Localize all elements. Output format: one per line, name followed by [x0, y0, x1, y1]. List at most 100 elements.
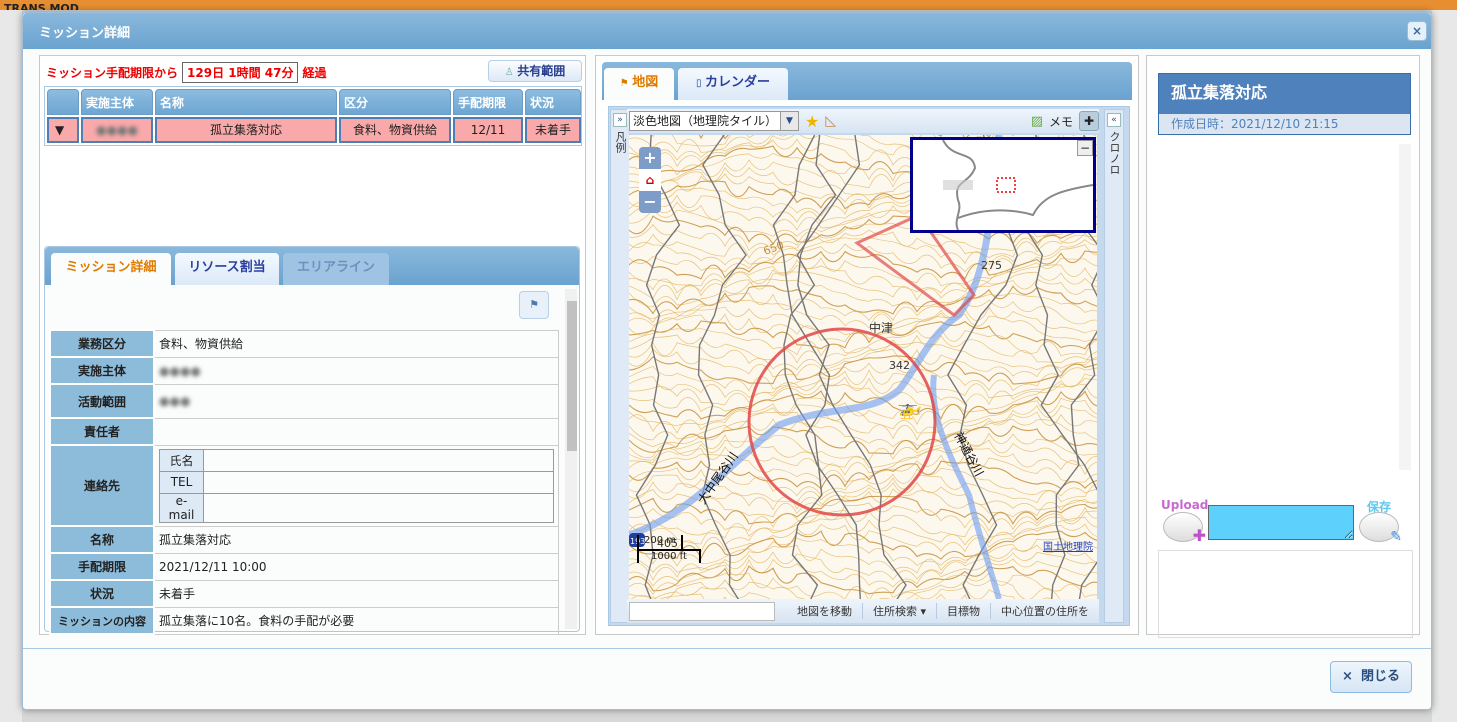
scrollbar-thumb[interactable] [567, 301, 577, 451]
tab-calendar[interactable]: ▯ カレンダー [678, 68, 788, 100]
cell-entity[interactable]: ●●●● [81, 117, 153, 143]
collapse-overview-button[interactable]: − [1077, 140, 1093, 156]
memo-scrollbar[interactable] [1399, 144, 1411, 470]
memo-input[interactable] [1208, 505, 1354, 540]
label-deadline: 手配期限 [49, 552, 155, 581]
zoom-in-button[interactable]: + [639, 147, 661, 169]
mission-title: 孤立集落対応 [1159, 74, 1410, 114]
address-search-button[interactable]: 住所検索 ▾ [861, 603, 936, 619]
tab-calendar-label: カレンダー [704, 75, 770, 90]
expand-row-icon[interactable]: ▼ [47, 117, 79, 143]
upload-label[interactable]: Upload [1161, 498, 1208, 512]
value-area: ●●● [159, 394, 191, 408]
mission-list-panel: ミッション手配期限から 129日 1時間 47分 経過 ♙ 共有範囲 実施主体 … [39, 55, 586, 635]
contact-email-label: e-mail [159, 492, 204, 523]
home-button[interactable]: ⌂ [639, 169, 661, 191]
share-scope-button[interactable]: ♙ 共有範囲 [488, 60, 582, 82]
app-name: TRANS MOD [4, 2, 79, 10]
detail-table: 業務区分 食料、物資供給 実施主体 ●●●● 活動範囲 ●●● 責任者 連絡先 氏名 … [49, 329, 559, 635]
scale-ft: 1000 ft [637, 549, 701, 563]
cell-status[interactable]: 未着手 [525, 117, 581, 143]
scale-m: 200 m [637, 535, 683, 549]
entity-value: ●●●● [96, 123, 138, 137]
map-label-elevation: 342 [889, 359, 910, 372]
footer-divider [23, 648, 1431, 649]
contour-line [629, 510, 1097, 539]
column-header[interactable] [47, 89, 79, 115]
zoom-out-button[interactable]: − [639, 191, 661, 213]
modal-title: ミッション詳細 [39, 26, 131, 41]
memo-log [1158, 550, 1413, 638]
cell-category[interactable]: 食料、物資供給 [339, 117, 451, 143]
detail-scrollbar[interactable] [565, 289, 577, 629]
memo-label[interactable]: メモ [1049, 113, 1073, 130]
overview-map[interactable]: − [910, 137, 1096, 233]
map-tab-bar: ⚑ 地図 ▯ カレンダー [602, 62, 1132, 100]
chrono-sidebar[interactable]: « クロノロ [1104, 109, 1124, 623]
map-search-input[interactable] [629, 601, 775, 621]
map-canvas[interactable]: 🚁 中津 342 275 650 405 大中尾谷川 神通谷川 193 + ⌂ − − 200 … [629, 135, 1097, 599]
memo-icon[interactable]: ▨ [1031, 114, 1043, 129]
column-header[interactable]: 区分 [339, 89, 451, 115]
modal-close-icon[interactable]: × [1407, 21, 1427, 41]
contact-tel-value [203, 470, 554, 494]
tab-map[interactable]: ⚑ 地図 [604, 68, 674, 100]
column-header[interactable]: 手配期限 [453, 89, 523, 115]
save-icon[interactable]: ✎ [1359, 512, 1402, 545]
label-business: 業務区分 [49, 329, 155, 358]
value-entity: ●●●● [159, 363, 201, 378]
value-content: 孤立集落に10名。食料の手配が必要 [153, 606, 559, 635]
column-header[interactable]: 名称 [155, 89, 337, 115]
move-map-button[interactable]: 地図を移動 [787, 603, 862, 619]
ruler-icon[interactable]: ◺ [825, 113, 836, 129]
tab-resource-allocation[interactable]: リソース割当 [175, 253, 279, 285]
scale-bar: 200 m 1000 ft [637, 535, 707, 563]
contact-email-value [203, 492, 554, 523]
center-address-button[interactable]: 中心位置の住所を [990, 603, 1099, 619]
star-icon[interactable]: ★ [805, 112, 819, 131]
contact-name-label: 氏名 [159, 448, 204, 472]
detail-tabs-panel: ミッション詳細 リソース割当 エリアライン ⚑ 業務区分 食料、物資供給 実施主体… [44, 246, 580, 635]
contact-tel-label: TEL [159, 470, 204, 494]
chevron-down-icon[interactable]: ▼ [780, 112, 798, 130]
elapsed-suffix: 経過 [302, 66, 327, 80]
cell-name[interactable]: 孤立集落対応 [155, 117, 337, 143]
modal-titlebar[interactable]: ミッション詳細 × [23, 13, 1431, 49]
flag-icon: ⚑ [619, 78, 633, 89]
detail-tab-bar: ミッション詳細 リソース割当 エリアライン [45, 247, 579, 285]
value-deadline: 2021/12/11 10:00 [153, 552, 559, 581]
mission-memo-panel: 孤立集落対応 作成日時：2021/12/10 21:15 Upload ✚ 保存… [1146, 55, 1420, 638]
user-icon: ♙ [504, 67, 518, 78]
share-scope-label: 共有範囲 [517, 64, 566, 78]
landmark-button[interactable]: 目標物 [936, 603, 990, 619]
value-business: 食料、物資供給 [153, 329, 559, 358]
tab-mission-detail[interactable]: ミッション詳細 [51, 253, 171, 285]
expand-icon[interactable]: » [613, 113, 627, 127]
attribution-link[interactable]: 国土地理院 [1043, 538, 1093, 553]
flag-button[interactable]: ⚑ [519, 291, 549, 319]
tab-map-label: 地図 [632, 75, 659, 90]
map-panel: ⚑ 地図 ▯ カレンダー » 凡例 « クロノロ 淡色地図（地理院タイル） ▼ ★ ◺… [595, 55, 1139, 635]
calendar-icon: ▯ [696, 78, 705, 89]
expand-icon[interactable]: « [1107, 113, 1121, 127]
chrono-label: クロノロ [1108, 131, 1121, 175]
column-header[interactable]: 実施主体 [81, 89, 153, 115]
map-label-elevation: 275 [981, 259, 1002, 272]
zoom-layer-icon[interactable]: ✚ [1079, 111, 1099, 131]
map-container: » 凡例 « クロノロ 淡色地図（地理院タイル） ▼ ★ ◺ ▨ メモ ✚ 🚁 中津 34… [608, 106, 1130, 626]
close-label: 閉じる [1360, 669, 1400, 684]
value-name: 孤立集落対応 [153, 525, 559, 554]
contour-line [630, 586, 1052, 599]
upload-icon[interactable]: ✚ [1163, 512, 1206, 545]
map-layer-select[interactable]: 淡色地図（地理院タイル） ▼ [629, 111, 799, 131]
close-button[interactable]: × 閉じる [1330, 661, 1412, 693]
label-contact: 連絡先 [49, 444, 155, 527]
cell-deadline[interactable]: 12/11 [453, 117, 523, 143]
mission-area-circle [747, 327, 937, 517]
legend-sidebar[interactable]: » 凡例 [610, 109, 630, 623]
close-icon: × [1342, 669, 1353, 684]
map-label-place: 中津 [869, 320, 893, 335]
elapsed-value: 129日 1時間 47分 [182, 62, 299, 83]
column-header[interactable]: 状況 [525, 89, 581, 115]
contour-line [629, 572, 1097, 599]
